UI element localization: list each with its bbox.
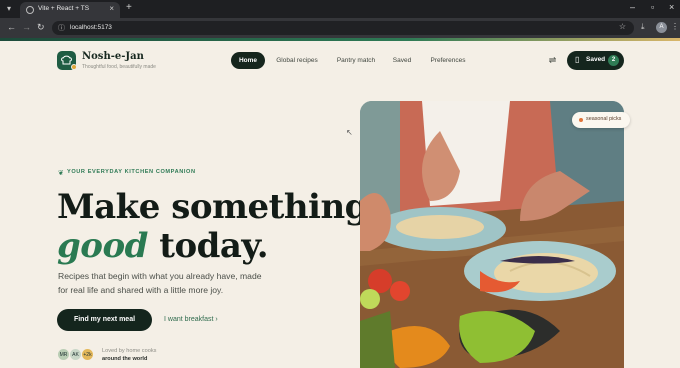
breakfast-link[interactable]: I want breakfast › (164, 316, 218, 323)
brand-tagline: Thoughtful food, beautifully made (82, 64, 156, 70)
window-close-icon[interactable]: × (669, 2, 674, 12)
leaf-icon: ❦ (58, 170, 64, 177)
browser-tab-strip: ▾ Vite + React + TS × + – ▫ × (0, 0, 680, 18)
minimize-icon[interactable]: – (630, 2, 635, 12)
avatar-count: +2k (81, 348, 94, 361)
maximize-icon[interactable]: ▫ (651, 2, 654, 12)
social-proof-line2: around the world (102, 356, 148, 362)
new-tab-icon[interactable]: + (126, 2, 132, 13)
hero-eyebrow: YOUR EVERYDAY KITCHEN COMPANION (67, 169, 196, 175)
hero-headline-line2: good today. (57, 226, 269, 266)
globe-icon (26, 6, 34, 14)
tab-title: Vite + React + TS (38, 5, 90, 12)
mouse-cursor-icon: ↖ (346, 128, 353, 137)
url-text: localhost:5173 (70, 24, 112, 31)
breakfast-link-label: I want breakfast (164, 316, 214, 323)
tab-search-icon[interactable]: ▾ (4, 4, 14, 14)
saved-button-label: Saved (586, 56, 606, 63)
nav-pantry-match[interactable]: Pantry match (332, 52, 380, 69)
menu-dots-icon[interactable]: ⋮ (671, 22, 679, 31)
saved-button[interactable]: ▯ Saved 2 (567, 51, 624, 70)
hero-lead-line1: Recipes that begin with what you already… (58, 271, 262, 281)
find-next-meal-button[interactable]: Find my next meal (57, 309, 152, 331)
brand-name[interactable]: Nosh-e-Jan (82, 51, 144, 62)
chevron-right-icon: › (215, 316, 218, 323)
address-bar[interactable]: ⓘ localhost:5173 ☆ (52, 21, 634, 35)
browser-tab[interactable]: Vite + React + TS × (20, 2, 120, 18)
browser-toolbar: ← → ↻ ⓘ localhost:5173 ☆ ⤓ A ⋮ (0, 18, 680, 38)
download-icon[interactable]: ⤓ (641, 22, 645, 32)
nav-home[interactable]: Home (231, 52, 265, 69)
bookmark-star-icon[interactable]: ☆ (619, 22, 626, 31)
hero-headline-emphasis: good (57, 226, 148, 266)
hero-headline-line1: Make something (57, 187, 368, 227)
chef-hat-icon (61, 55, 72, 65)
chip-dot-icon (579, 118, 583, 122)
social-proof-line1: Loved by home cooks (102, 348, 157, 354)
back-icon[interactable]: ← (7, 22, 16, 32)
profile-avatar[interactable]: A (656, 22, 667, 33)
forward-icon[interactable]: → (22, 22, 31, 32)
site-info-icon[interactable]: ⓘ (58, 23, 65, 33)
hero-headline-rest: today. (159, 226, 269, 266)
hero-lead-line2: for real life and shared with a little m… (58, 285, 224, 295)
nav-global-recipes[interactable]: Global recipes (270, 52, 324, 69)
reload-icon[interactable]: ↻ (37, 22, 45, 33)
filter-icon[interactable]: ⇌ (544, 52, 561, 69)
brand-status-dot (71, 64, 77, 70)
close-icon[interactable]: × (109, 4, 114, 13)
hero-image (360, 101, 624, 368)
bookmark-icon: ▯ (575, 55, 580, 64)
seasonal-picks-chip[interactable]: seasonal picks (572, 112, 630, 128)
nav-saved[interactable]: Saved (388, 52, 416, 69)
nav-preferences[interactable]: Preferences (424, 52, 472, 69)
seasonal-picks-label: seasonal picks (586, 116, 622, 122)
accent-bar (0, 38, 680, 41)
saved-count-badge: 2 (608, 55, 619, 66)
